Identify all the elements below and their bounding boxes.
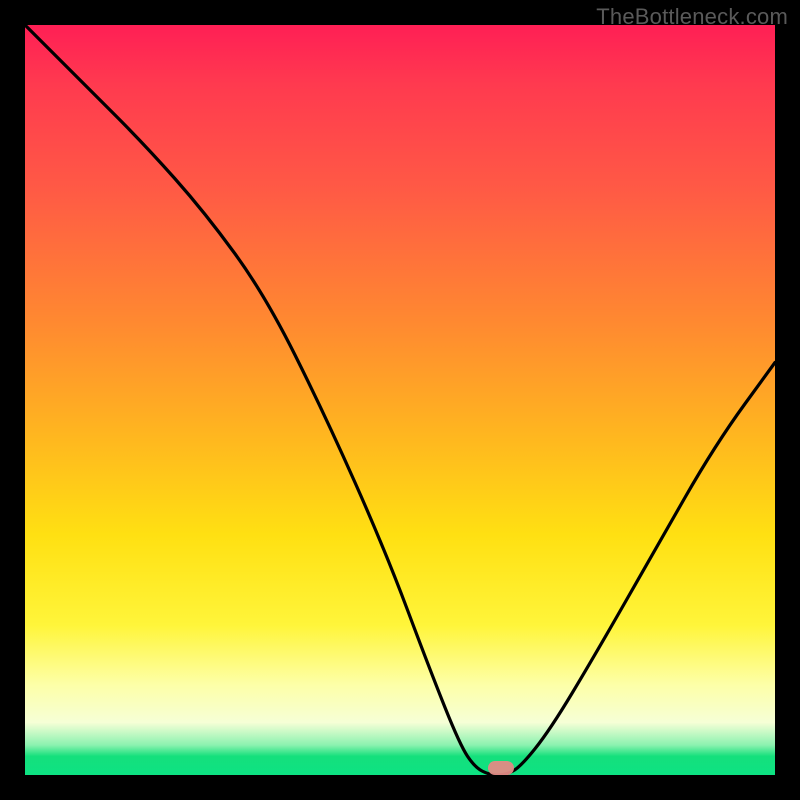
chart-frame: TheBottleneck.com <box>0 0 800 800</box>
bottleneck-curve <box>25 25 775 775</box>
optimal-marker <box>488 761 514 775</box>
plot-area <box>25 25 775 775</box>
